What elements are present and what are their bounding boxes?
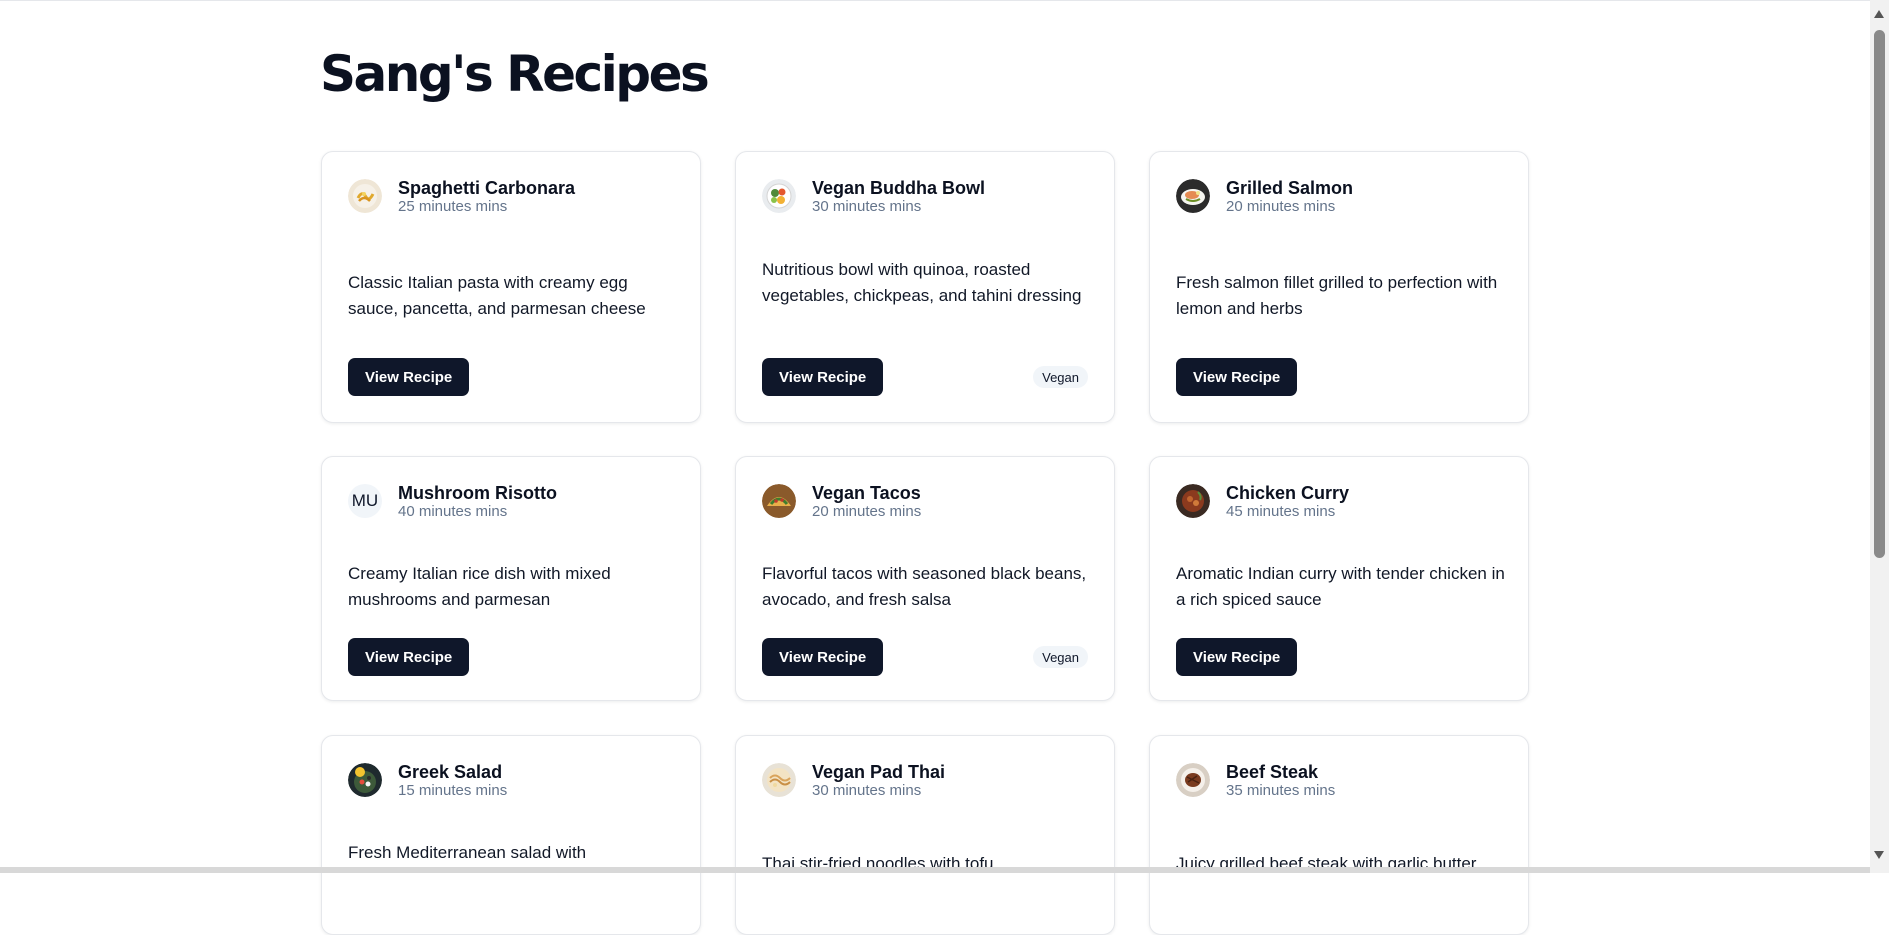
pasta-icon — [348, 179, 382, 213]
bowl-icon — [762, 179, 796, 213]
card-header: Beef Steak 35 minutes mins — [1176, 762, 1335, 800]
noodles-icon — [762, 763, 796, 797]
recipe-time: 20 minutes mins — [812, 503, 922, 520]
card-header: Vegan Tacos 20 minutes mins — [762, 483, 921, 521]
scrollbar-thumb[interactable] — [1874, 30, 1885, 558]
recipe-description: Fresh salmon fillet grilled to perfectio… — [1176, 273, 1498, 318]
recipe-title: Vegan Buddha Bowl — [812, 178, 986, 198]
salmon-icon — [1176, 179, 1210, 213]
recipe-card: MU Mushroom Risotto 40 minutes mins Crea… — [321, 456, 701, 701]
view-recipe-button[interactable]: View Recipe — [762, 358, 884, 396]
recipe-title: Mushroom Risotto — [398, 483, 557, 503]
recipe-title: Chicken Curry — [1226, 483, 1350, 503]
horizontal-scrollbar[interactable] — [0, 867, 1870, 873]
recipe-title: Spaghetti Carbonara — [398, 178, 576, 198]
view-recipe-button[interactable]: View Recipe — [762, 638, 884, 676]
recipe-time: 25 minutes mins — [398, 198, 508, 215]
tacos-icon — [762, 484, 796, 518]
recipe-description: Thai stir-fried noodles with tofu — [762, 854, 994, 873]
card-header: MU Mushroom Risotto 40 minutes mins — [348, 483, 557, 521]
recipe-description: Creamy Italian rice dish with mixed mush… — [348, 564, 611, 609]
view-recipe-button[interactable]: View Recipe — [1176, 638, 1298, 676]
recipe-time: 35 minutes mins — [1226, 782, 1336, 799]
scroll-up-arrow-icon[interactable] — [1874, 10, 1884, 18]
recipe-time: 15 minutes mins — [398, 782, 508, 799]
card-header: Greek Salad 15 minutes mins — [348, 762, 507, 800]
card-header: Grilled Salmon 20 minutes mins — [1176, 178, 1353, 216]
card-header: Vegan Pad Thai 30 minutes mins — [762, 762, 945, 800]
recipe-card: Beef Steak 35 minutes mins Juicy grilled… — [1149, 735, 1529, 935]
view-recipe-button[interactable]: View Recipe — [1176, 358, 1298, 396]
recipe-description: Nutritious bowl with quinoa, roasted veg… — [762, 260, 1082, 305]
recipe-card: Vegan Pad Thai 30 minutes mins Thai stir… — [735, 735, 1115, 935]
recipe-card: Vegan Buddha Bowl 30 minutes mins Nutrit… — [735, 151, 1115, 423]
recipe-time: 30 minutes mins — [812, 782, 922, 799]
vegan-badge: Vegan — [1033, 646, 1088, 668]
recipe-time: 45 minutes mins — [1226, 503, 1336, 520]
recipe-card: Spaghetti Carbonara 25 minutes mins Clas… — [321, 151, 701, 423]
card-header: Vegan Buddha Bowl 30 minutes mins — [762, 178, 985, 216]
recipe-card: Chicken Curry 45 minutes mins Aromatic I… — [1149, 456, 1529, 701]
vegan-badge: Vegan — [1033, 366, 1088, 388]
recipe-title: Beef Steak — [1226, 762, 1319, 782]
recipe-title: Greek Salad — [398, 762, 503, 782]
recipe-description: Classic Italian pasta with creamy egg sa… — [348, 273, 646, 318]
curry-icon — [1176, 484, 1210, 518]
recipe-time: 40 minutes mins — [398, 503, 508, 520]
recipe-title: Grilled Salmon — [1226, 178, 1354, 198]
vertical-scrollbar[interactable] — [1870, 0, 1889, 873]
recipe-card: Grilled Salmon 20 minutes mins Fresh sal… — [1149, 151, 1529, 423]
recipe-time: 20 minutes mins — [1226, 198, 1336, 215]
recipe-description: Fresh Mediterranean salad with — [348, 843, 587, 862]
view-recipe-button[interactable]: View Recipe — [348, 638, 470, 676]
recipe-description: Aromatic Indian curry with tender chicke… — [1176, 564, 1505, 609]
recipe-description: Flavorful tacos with seasoned black bean… — [762, 564, 1087, 609]
recipe-time: 30 minutes mins — [812, 198, 922, 215]
salad-icon — [348, 763, 382, 797]
scroll-down-arrow-icon[interactable] — [1874, 851, 1884, 859]
recipe-description: Juicy grilled beef steak with garlic but… — [1176, 854, 1477, 873]
recipe-title: Vegan Pad Thai — [812, 762, 946, 782]
avatar: MU — [348, 484, 382, 518]
steak-icon — [1176, 763, 1210, 797]
card-header: Chicken Curry 45 minutes mins — [1176, 483, 1349, 521]
recipe-title: Vegan Tacos — [812, 483, 921, 503]
recipe-card: Greek Salad 15 minutes mins Fresh Medite… — [321, 735, 701, 935]
card-header: Spaghetti Carbonara 25 minutes mins — [348, 178, 575, 216]
recipe-card: Vegan Tacos 20 minutes mins Flavorful ta… — [735, 456, 1115, 701]
view-recipe-button[interactable]: View Recipe — [348, 358, 470, 396]
recipe-grid: Spaghetti Carbonara 25 minutes mins Clas… — [0, 0, 1870, 935]
